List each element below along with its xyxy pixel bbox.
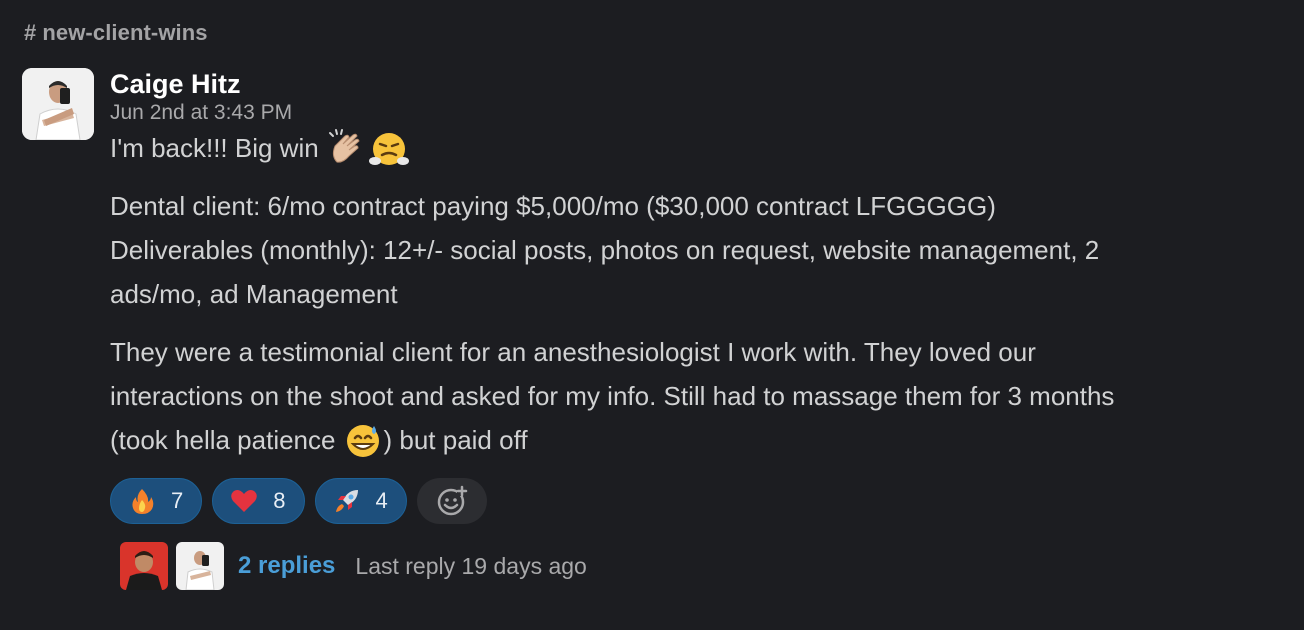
- channel-name[interactable]: # new-client-wins: [24, 20, 208, 46]
- last-reply-time: Last reply 19 days ago: [355, 552, 587, 579]
- message-paragraph-3: They were a testimonial client for an an…: [110, 330, 1270, 462]
- add-emoji-icon: [437, 485, 467, 516]
- add-reaction-button[interactable]: [416, 478, 487, 524]
- reactions-bar: 7 8 4: [110, 478, 1270, 524]
- message-text: I'm back!!! Big win: [110, 133, 319, 163]
- reaction-count: 7: [171, 488, 184, 513]
- reaction-rocket[interactable]: 4: [314, 478, 407, 524]
- message-text: ) but paid off: [383, 425, 528, 455]
- triumph-face-icon: [368, 128, 409, 168]
- message-text: Dental client: 6/mo contract paying $5,0…: [110, 191, 996, 221]
- clap-icon: [327, 128, 367, 168]
- grinning-sweat-icon: [343, 420, 383, 460]
- message-text: (took hella patience: [110, 425, 336, 455]
- reply-avatar: [176, 542, 224, 590]
- reaction-count: 8: [273, 488, 286, 513]
- message-text: interactions on the shoot and asked for …: [110, 381, 1115, 411]
- reaction-fire[interactable]: 7: [110, 478, 203, 524]
- message-content: Caige Hitz Jun 2nd at 3:43 PM I'm back!!…: [110, 68, 1270, 590]
- message-text: They were a testimonial client for an an…: [110, 337, 1036, 367]
- reaction-heart[interactable]: 8: [212, 478, 305, 524]
- heart-icon: [231, 490, 258, 512]
- message-text-line: (took hella patience ) but paid off: [110, 418, 1270, 462]
- message-paragraph-2: Dental client: 6/mo contract paying $5,0…: [110, 184, 1270, 316]
- avatar[interactable]: [22, 68, 94, 140]
- reply-avatar: [120, 542, 168, 590]
- timestamp[interactable]: Jun 2nd at 3:43 PM: [110, 100, 1270, 126]
- hash-icon: #: [24, 20, 37, 45]
- message-text: Deliverables (monthly): 12+/- social pos…: [110, 235, 1100, 265]
- channel-label: new-client-wins: [42, 20, 208, 45]
- thread-summary[interactable]: 2 replies Last reply 19 days ago: [120, 542, 1270, 590]
- rocket-icon: [335, 490, 358, 512]
- message-line-1: I'm back!!! Big win: [110, 126, 1270, 170]
- message-text: ads/mo, ad Management: [110, 279, 398, 309]
- reaction-count: 4: [375, 488, 388, 513]
- author-name[interactable]: Caige Hitz: [110, 68, 1270, 100]
- replies-link[interactable]: 2 replies: [238, 552, 335, 580]
- fire-icon: [132, 489, 154, 514]
